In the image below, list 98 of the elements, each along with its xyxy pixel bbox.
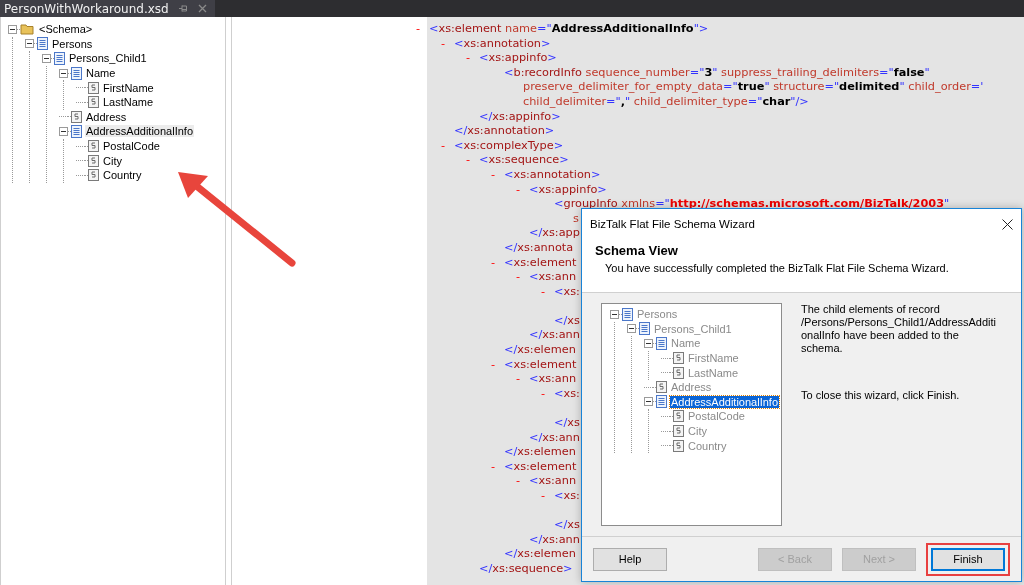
page-subtitle: You have successfully completed the BizTalk Flat File Schema Wizard.	[604, 262, 950, 274]
collapse-toggle[interactable]	[59, 126, 68, 136]
dialog-button[interactable]: Finish	[931, 547, 1005, 571]
field-icon	[88, 154, 99, 167]
pin-icon[interactable]	[178, 4, 188, 13]
field-icon	[88, 140, 99, 153]
collapse-toggle[interactable]: -	[491, 167, 504, 183]
field-icon	[88, 96, 99, 109]
tree-item[interactable]: FirstName	[102, 81, 155, 94]
dialog-button[interactable]: Help	[593, 547, 667, 571]
collapse-toggle[interactable]: -	[541, 489, 554, 504]
message-text: The child elements of record /Persons/Persons_Child1/AddressAdditionalInfo have been added to the schema.	[801, 303, 998, 355]
code-line: <xs:element	[504, 255, 577, 271]
code-line: </xs:ann	[529, 532, 580, 548]
document-icon	[71, 66, 82, 80]
field-icon	[88, 81, 99, 94]
tree-item[interactable]: Persons_Child1	[68, 52, 148, 65]
collapse-toggle[interactable]: -	[491, 255, 504, 271]
code-line: </xs	[554, 518, 580, 533]
code-line: </xs:annota	[504, 240, 574, 256]
code-line: <xs:ann	[529, 270, 577, 285]
message-text: To close this wizard, click Finish.	[801, 389, 961, 402]
code-line: <xs:sequence>	[479, 153, 569, 168]
code-line: <xs:ann	[529, 372, 577, 387]
code-line: <xs:annotation>	[454, 36, 551, 52]
collapse-toggle[interactable]: -	[441, 138, 454, 154]
tree-item[interactable]: LastName	[102, 96, 155, 109]
collapse-toggle[interactable]: -	[541, 386, 554, 402]
code-line: <xs:appinfo>	[529, 182, 607, 198]
collapse-toggle[interactable]: -	[491, 357, 504, 373]
code-line: child_delimiter="," child_delimiter_type="char"/>	[523, 94, 809, 110]
document-tab[interactable]: PersonWithWorkaround.xsd	[0, 0, 215, 17]
code-line: </xs:app	[529, 226, 580, 241]
code-line: </xs	[554, 313, 580, 329]
code-line: <xs:annotation>	[504, 167, 601, 183]
field-icon	[673, 425, 684, 438]
tree-item[interactable]: Country	[102, 169, 143, 182]
collapse-toggle[interactable]	[59, 68, 68, 78]
code-line: <xs:complexType>	[454, 138, 564, 154]
code-line: s	[573, 211, 579, 227]
code-line: </xs:sequence>	[479, 561, 573, 577]
tree-item[interactable]: Persons	[51, 37, 94, 50]
field-icon	[88, 169, 99, 182]
code-line: <xs:ann	[529, 474, 577, 489]
code-line: preserve_delimiter_for_empty_data="true" structure="delimited" child_order='	[523, 80, 984, 95]
code-line: </xs:elemen	[504, 343, 576, 358]
collapse-toggle[interactable]: -	[466, 51, 479, 66]
code-line: </xs:annotation>	[454, 124, 555, 139]
document-icon	[71, 124, 82, 138]
code-line: </xs:appinfo>	[479, 109, 561, 125]
tree-item[interactable]: <Schema>	[38, 23, 94, 36]
collapse-toggle[interactable]: -	[541, 284, 554, 300]
page-heading: Schema View	[595, 243, 679, 258]
collapse-toggle[interactable]: -	[441, 36, 454, 52]
code-line: <xs:element	[504, 459, 577, 475]
tree-item[interactable]: AddressAdditionalInfo	[85, 125, 194, 138]
document-icon	[656, 337, 667, 350]
code-line: </xs	[554, 416, 580, 431]
document-icon	[639, 322, 650, 336]
tree-item[interactable]: Address	[85, 110, 128, 123]
collapse-toggle[interactable]: -	[516, 270, 529, 285]
field-icon	[673, 352, 684, 365]
code-line: </xs:ann	[529, 430, 580, 446]
dialog-title: BizTalk Flat File Schema Wizard	[590, 218, 755, 230]
code-line: </xs:elemen	[504, 445, 576, 460]
code-line: <xs:	[554, 284, 580, 300]
field-icon	[673, 366, 684, 379]
document-icon	[656, 395, 667, 409]
collapse-toggle[interactable]: -	[516, 474, 529, 489]
code-line: <xs:element	[504, 357, 577, 373]
code-line: <b:recordInfo sequence_number="3" suppress_trailing_delimiters="false"	[504, 65, 930, 81]
code-line: </xs:elemen	[504, 547, 576, 562]
collapse-toggle[interactable]: -	[416, 22, 429, 37]
document-icon	[622, 307, 633, 321]
code-line: <xs:	[554, 386, 580, 402]
collapse-toggle[interactable]: -	[466, 153, 479, 168]
collapse-toggle[interactable]	[8, 24, 17, 34]
code-line: <xs:appinfo>	[479, 51, 557, 66]
code-line: </xs:ann	[529, 328, 580, 344]
folder-icon	[20, 23, 35, 36]
tree-item[interactable]: Name	[85, 67, 117, 80]
collapse-toggle[interactable]: -	[491, 459, 504, 475]
collapse-toggle[interactable]: -	[516, 182, 529, 198]
collapse-toggle[interactable]	[42, 54, 51, 63]
code-line: <groupInfo xmlns="http://schemas.microsoft.com/BizTalk/2003"	[554, 197, 950, 212]
code-line: <xs:element name="AddressAdditionalInfo">	[429, 22, 709, 37]
field-icon	[673, 410, 684, 423]
tree-item[interactable]: PostalCode	[102, 140, 161, 153]
field-icon	[71, 110, 82, 123]
collapse-toggle[interactable]	[25, 39, 34, 49]
collapse-toggle[interactable]: -	[516, 372, 529, 387]
close-icon[interactable]	[1002, 218, 1013, 230]
field-icon	[656, 381, 667, 394]
code-line: <xs:	[554, 489, 580, 504]
tree-item[interactable]: City	[102, 154, 123, 167]
document-icon	[37, 37, 48, 51]
field-icon	[673, 439, 684, 452]
document-icon	[54, 52, 65, 65]
